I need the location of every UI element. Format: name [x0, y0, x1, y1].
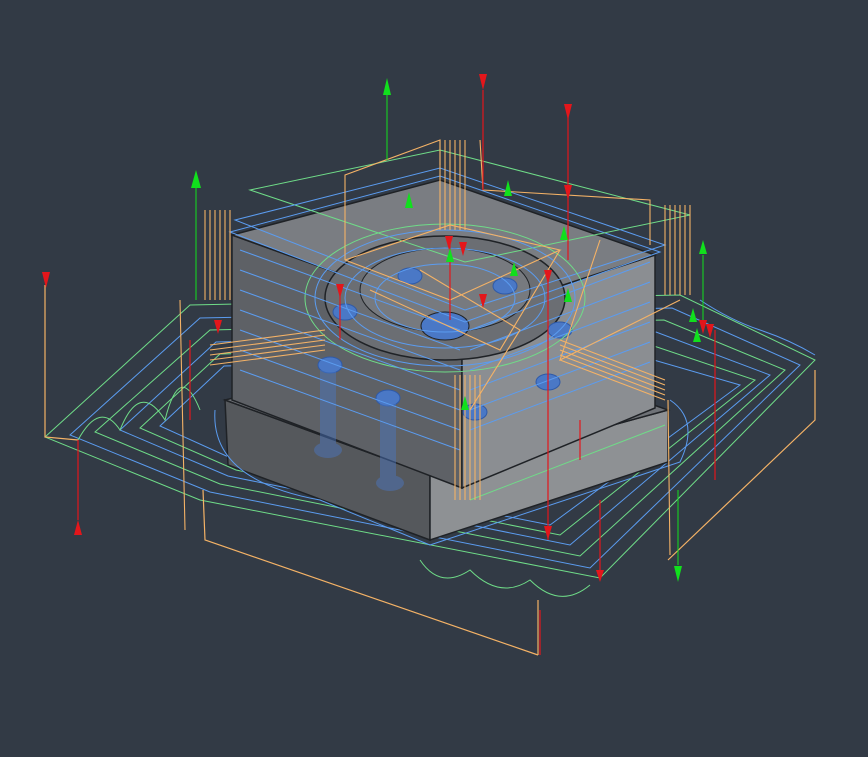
down-arrow-icon	[564, 185, 572, 200]
up-arrow-icon	[74, 520, 82, 535]
down-arrow-icon	[674, 566, 682, 582]
up-arrow-icon	[689, 308, 697, 322]
hole-bore-bottom	[376, 475, 404, 491]
rapid-right-bracket	[667, 370, 816, 561]
toolpath-viewport[interactable]	[0, 0, 868, 757]
hole-bore	[380, 400, 396, 485]
outer-wave-bottom	[419, 559, 591, 597]
down-arrow-icon	[479, 74, 487, 90]
down-arrow-icon	[706, 324, 714, 338]
corner-pass-left	[204, 210, 231, 300]
down-arrow-icon	[699, 320, 707, 334]
hole-bore-bottom	[314, 442, 342, 458]
cam-3d-scene	[42, 74, 816, 656]
outer-wave-right	[699, 299, 816, 356]
down-arrow-icon	[564, 104, 572, 120]
up-arrow-icon	[699, 240, 707, 254]
corner-pass-right	[664, 205, 691, 295]
down-arrow-icon	[214, 320, 222, 334]
up-arrow-icon	[504, 180, 512, 196]
center-hole	[420, 311, 470, 341]
down-arrow-icon	[596, 570, 604, 582]
up-arrow-icon	[191, 170, 201, 188]
down-arrow-icon	[42, 272, 50, 288]
up-arrow-icon	[383, 78, 391, 95]
rapid-left-lead	[44, 285, 79, 441]
